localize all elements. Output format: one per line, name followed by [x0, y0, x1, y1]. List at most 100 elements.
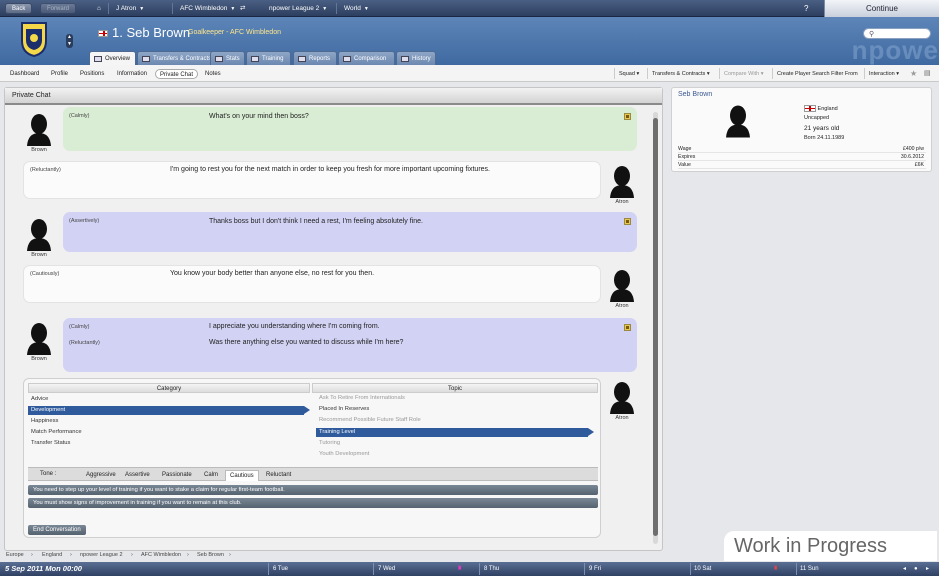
stat-label: Value — [678, 162, 691, 168]
tone-option-reluctant[interactable]: Reluctant — [262, 470, 295, 481]
breadcrumb-item[interactable]: Europe — [6, 552, 24, 558]
profile-born: Born 24.11.1989 — [804, 135, 845, 141]
day-divider — [690, 563, 691, 575]
calendar-bar: 5 Sep 2011 Mon 00:00 6 Tue 7 Wed ♜ 8 Thu… — [0, 562, 939, 576]
tab-training[interactable]: Training — [246, 51, 291, 65]
subnav-private-chat[interactable]: Private Chat — [155, 69, 199, 79]
topic-option[interactable]: Placed In Reserves — [316, 405, 588, 414]
forward-button[interactable]: Forward — [40, 3, 77, 14]
search-input[interactable]: ⚲ — [863, 28, 931, 39]
swap-icon[interactable]: ⇄ — [240, 0, 245, 17]
transfers-icon — [142, 56, 150, 62]
topic-column-header[interactable]: Topic — [312, 383, 598, 393]
subnav-information[interactable]: Information — [113, 69, 151, 79]
calendar-day[interactable]: 10 Sat — [694, 564, 711, 574]
category-option[interactable]: Transfer Status — [28, 439, 304, 448]
breadcrumb-item[interactable]: Seb Brown — [197, 552, 224, 558]
speaker-name: Atron — [615, 199, 629, 205]
star-icon[interactable]: ★ — [910, 69, 917, 79]
calendar-day[interactable]: 8 Thu — [484, 564, 499, 574]
world-label: World — [344, 5, 361, 12]
player-silhouette-icon — [726, 105, 750, 138]
calendar-day[interactable]: 7 Wed — [378, 564, 395, 574]
page-title: 1. Seb Brown — [112, 25, 191, 40]
message-tone: (Calmly) — [69, 113, 90, 119]
compare-with-menu[interactable]: Compare With ▾ — [724, 69, 763, 79]
tab-stats[interactable]: Stats — [210, 51, 245, 65]
squad-menu[interactable]: Squad ▾ — [619, 69, 639, 79]
reply-option[interactable]: You need to step up your level of traini… — [28, 485, 598, 495]
category-option[interactable]: Advice — [28, 395, 304, 404]
tone-option-cautious[interactable]: Cautious — [225, 470, 259, 481]
current-icon[interactable]: ● — [914, 564, 918, 574]
match-badge-icon[interactable]: ♜ — [773, 564, 778, 574]
calendar-day[interactable]: 11 Sun — [800, 564, 819, 574]
tone-option-aggressive[interactable]: Aggressive — [82, 470, 120, 481]
next-icon[interactable]: ▸ — [926, 564, 929, 574]
interaction-menu[interactable]: Interaction ▾ — [869, 69, 899, 79]
reply-option[interactable]: You must show signs of improvement in tr… — [28, 498, 598, 508]
back-button[interactable]: Back — [5, 3, 33, 14]
subnav-profile[interactable]: Profile — [47, 69, 72, 79]
end-conversation-button[interactable]: End Conversation — [28, 525, 86, 535]
profile-nation[interactable]: England — [818, 106, 838, 112]
day-divider — [796, 563, 797, 575]
transfers-contracts-menu[interactable]: Transfers & Contracts ▾ — [652, 69, 710, 79]
subnav-dashboard[interactable]: Dashboard — [6, 69, 43, 79]
profile-caps: Uncapped — [804, 115, 830, 121]
tone-option-passionate[interactable]: Passionate — [158, 470, 196, 481]
topic-option-selected[interactable]: Training Level — [316, 428, 594, 437]
profile-name[interactable]: Seb Brown — [678, 91, 712, 98]
category-option[interactable]: Match Performance — [28, 428, 304, 437]
private-chat-panel: Private Chat Brown (Calmly) What's on yo… — [4, 87, 663, 551]
help-icon[interactable]: ? — [804, 0, 808, 17]
tab-overview[interactable]: Overview — [89, 51, 136, 65]
category-option[interactable]: Happiness — [28, 417, 304, 426]
important-flag-icon[interactable] — [624, 324, 631, 331]
top-divider — [336, 3, 337, 14]
club-badge-icon — [21, 22, 47, 57]
tone-label: Tone : — [40, 471, 57, 477]
tab-transfers-contracts[interactable]: Transfers & Contracts — [137, 51, 214, 65]
category-column-header[interactable]: Category — [28, 383, 310, 393]
breadcrumb-item[interactable]: England — [42, 552, 62, 558]
comparison-icon — [343, 56, 351, 62]
scrollbar[interactable] — [653, 112, 658, 544]
club-menu[interactable]: AFC Wimbledon ▼ — [180, 0, 235, 17]
topic-option[interactable]: Youth Development — [316, 450, 588, 459]
breadcrumb-item[interactable]: AFC Wimbledon — [141, 552, 181, 558]
home-icon[interactable]: ⌂ — [97, 0, 101, 17]
manager-menu[interactable]: J Atron ▼ — [116, 0, 144, 17]
subnav-divider — [614, 68, 615, 79]
tone-option-assertive[interactable]: Assertive — [121, 470, 154, 481]
calendar-day[interactable]: 9 Fri — [589, 564, 601, 574]
tab-reports[interactable]: Reports — [293, 51, 337, 65]
topic-option[interactable]: Recommend Possible Future Staff Role — [316, 416, 588, 425]
category-option-selected[interactable]: Development — [28, 406, 310, 415]
world-menu[interactable]: World ▼ — [344, 0, 369, 17]
message-text: I'm going to rest you for the next match… — [170, 166, 490, 173]
sidebar-toggle-icon[interactable]: ▲ ▼ — [66, 34, 73, 48]
match-badge-icon[interactable]: ♜ — [457, 564, 462, 574]
subnav-positions[interactable]: Positions — [76, 69, 108, 79]
continue-button[interactable]: Continue — [824, 0, 939, 17]
competition-menu[interactable]: npower League 2 ▼ — [269, 0, 327, 17]
message-bubble: (Cautiously) You know your body better t… — [23, 265, 601, 303]
tab-comparison[interactable]: Comparison — [338, 51, 395, 65]
menu-icon[interactable]: ▤ — [924, 69, 931, 79]
important-flag-icon[interactable] — [624, 113, 631, 120]
subnav-notes[interactable]: Notes — [201, 69, 225, 79]
chevron-down-icon: ▼ — [322, 6, 328, 12]
previous-icon[interactable]: ◂ — [903, 564, 906, 574]
create-search-filter-button[interactable]: Create Player Search Filter From — [777, 69, 858, 79]
calendar-day[interactable]: 6 Tue — [273, 564, 288, 574]
message-tone: (Reluctantly) — [69, 340, 100, 346]
england-flag-icon — [804, 105, 816, 112]
important-flag-icon[interactable] — [624, 218, 631, 225]
tab-history[interactable]: History — [396, 51, 436, 65]
scrollbar-thumb[interactable] — [653, 118, 658, 536]
topic-option[interactable]: Ask To Retire From Internationals — [316, 394, 588, 403]
breadcrumb-item[interactable]: npower League 2 — [80, 552, 123, 558]
tone-option-calm[interactable]: Calm — [200, 470, 222, 481]
topic-option[interactable]: Tutoring — [316, 439, 588, 448]
